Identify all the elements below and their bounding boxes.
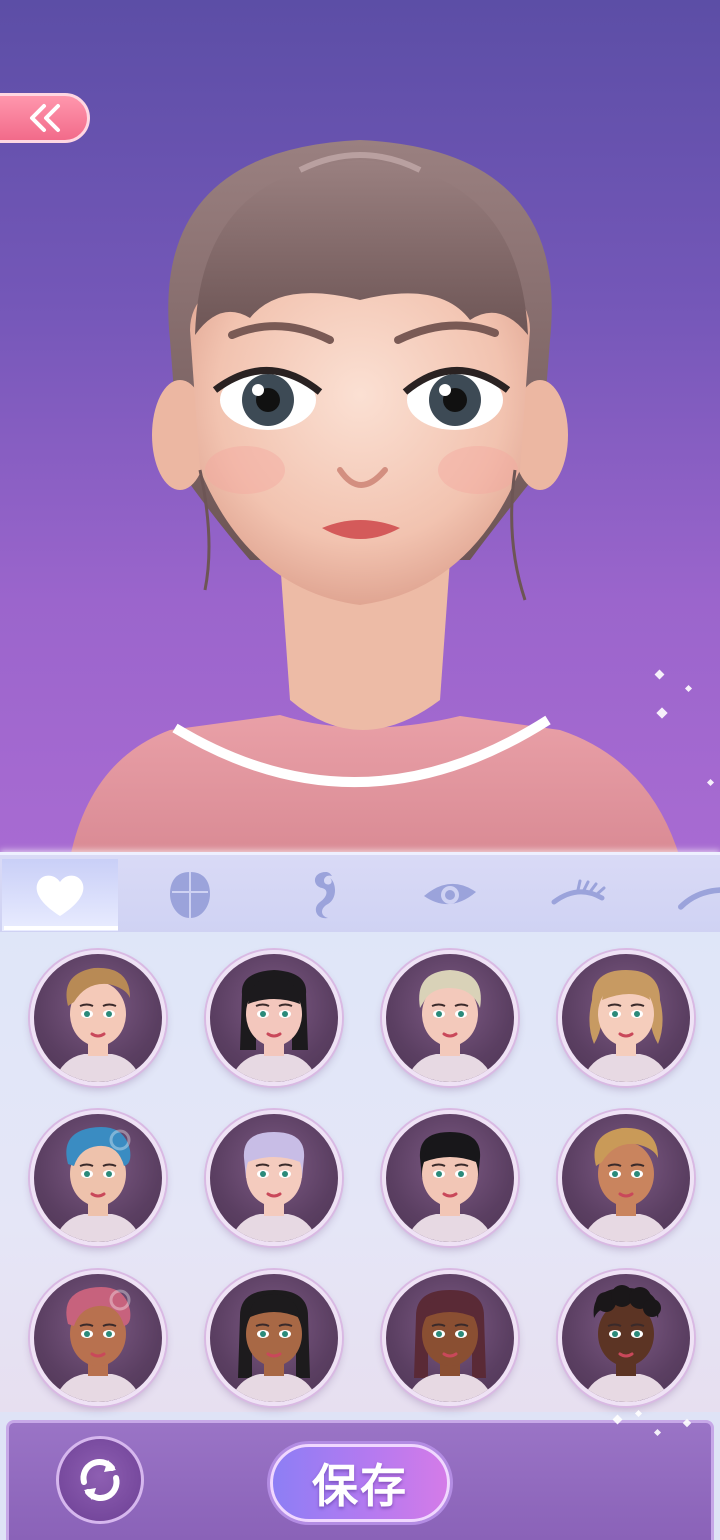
hairstyle-preset[interactable] <box>382 1110 518 1246</box>
save-button[interactable]: 保存 <box>270 1444 450 1522</box>
hairstyle-preset[interactable] <box>206 950 342 1086</box>
hairstyle-preset[interactable] <box>558 950 694 1086</box>
preset-avatar-thumbnail <box>582 1127 670 1242</box>
preset-avatar-thumbnail <box>406 1132 494 1242</box>
hairstyle-preset[interactable] <box>558 1110 694 1246</box>
reset-button[interactable] <box>56 1436 144 1524</box>
tab-favorites[interactable] <box>2 859 118 931</box>
preset-avatar-thumbnail <box>54 967 142 1082</box>
eye-icon <box>424 883 476 905</box>
preset-avatar-thumbnail <box>54 1126 142 1242</box>
preset-avatar-thumbnail <box>230 1290 318 1402</box>
preset-avatar-thumbnail <box>54 1286 142 1402</box>
preset-grid <box>0 932 720 1412</box>
category-tab-bar <box>0 852 720 935</box>
heart-icon <box>36 875 84 916</box>
preset-avatar-thumbnail <box>406 970 494 1082</box>
save-button-label: 保存 <box>312 1459 408 1513</box>
tab-eyebrows[interactable] <box>652 859 720 931</box>
hair-curl-icon <box>314 872 335 919</box>
preset-avatar-thumbnail <box>582 1285 670 1402</box>
tab-eyes[interactable] <box>392 859 508 931</box>
refresh-icon <box>80 1459 120 1501</box>
back-button[interactable] <box>0 93 90 143</box>
preset-avatar-thumbnail <box>582 970 670 1082</box>
tab-hair[interactable] <box>262 859 378 931</box>
preset-avatar-thumbnail <box>230 970 318 1082</box>
eyelash-icon <box>551 879 606 905</box>
preset-avatar-thumbnail <box>406 1290 494 1402</box>
active-tab-indicator <box>4 926 118 930</box>
double-chevron-left-icon <box>30 104 60 132</box>
hairstyle-preset[interactable] <box>382 1270 518 1406</box>
hairstyle-preset[interactable] <box>382 950 518 1086</box>
preset-avatar-thumbnail <box>230 1132 318 1242</box>
hairstyle-preset[interactable] <box>206 1270 342 1406</box>
hairstyle-preset[interactable] <box>30 1110 166 1246</box>
hairstyle-preset[interactable] <box>30 1270 166 1406</box>
avatar-model <box>70 140 680 858</box>
eyebrow-icon <box>678 887 720 910</box>
tab-eyelashes[interactable] <box>522 859 638 931</box>
face-shape-icon <box>170 872 210 918</box>
hairstyle-preset[interactable] <box>558 1270 694 1406</box>
avatar-preview <box>0 0 720 858</box>
tab-face-shape[interactable] <box>132 859 248 931</box>
hairstyle-preset[interactable] <box>30 950 166 1086</box>
hairstyle-preset[interactable] <box>206 1110 342 1246</box>
